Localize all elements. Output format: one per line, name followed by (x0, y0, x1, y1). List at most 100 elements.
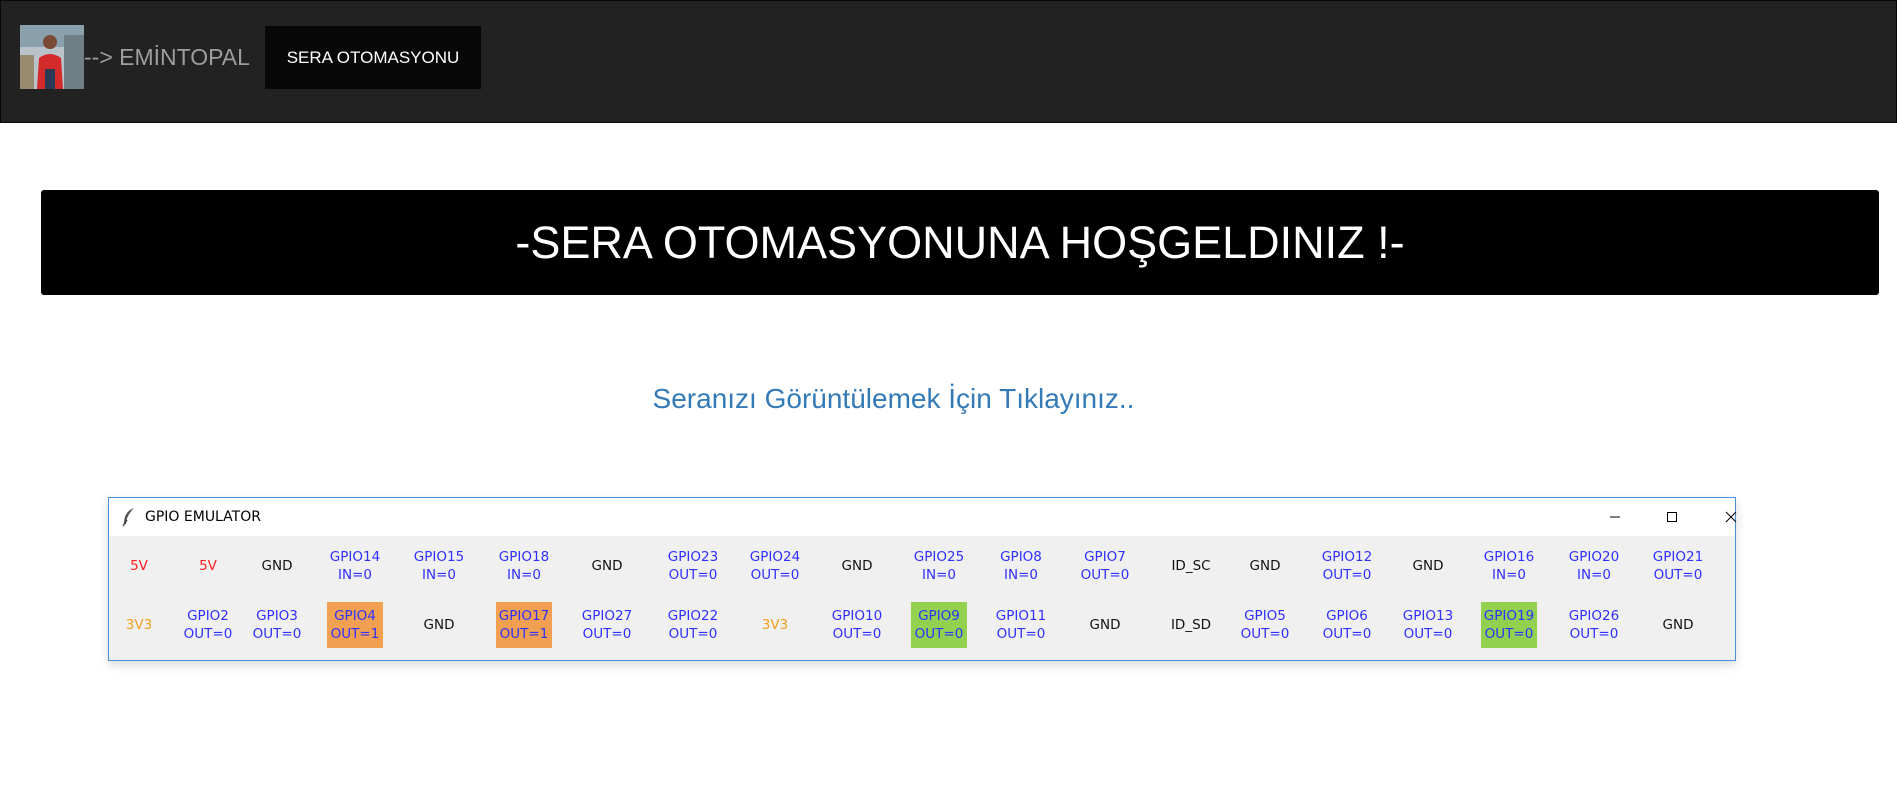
gpio-pin-gpio17: GPIO17 OUT=1 (496, 602, 552, 648)
close-button[interactable] (1703, 498, 1759, 536)
pin-state: OUT=0 (252, 626, 302, 642)
pin-state: IN=0 (1004, 567, 1038, 583)
pin-label: GPIO7 (1084, 549, 1126, 565)
close-icon (1725, 511, 1737, 523)
brand-link[interactable]: --> EMİNTOPAL (84, 44, 250, 71)
gpio-pin-gpio7: GPIO7 OUT=0 (1077, 543, 1133, 589)
gpio-pin-gpio26: GPIO26 OUT=0 (1566, 602, 1622, 648)
pin-state: OUT=0 (582, 626, 632, 642)
pin-state: OUT=0 (1484, 626, 1534, 642)
gpio-pin-gpio6: GPIO6 OUT=0 (1319, 602, 1375, 648)
gpio-pin-gpio14[interactable]: GPIO14 IN=0 (327, 543, 383, 589)
top-navbar: --> EMİNTOPAL SERA OTOMASYONU (0, 0, 1897, 123)
pin-label: GPIO6 (1326, 608, 1368, 624)
avatar[interactable] (20, 25, 84, 89)
pin-label: GPIO12 (1321, 549, 1373, 565)
welcome-banner: -SERA OTOMASYONUNA HOŞGELDINIZ !- (41, 190, 1879, 295)
gpio-pin-gpio9: GPIO9 OUT=0 (911, 602, 967, 648)
maximize-icon (1667, 512, 1677, 522)
pin-label: ID_SD (1170, 617, 1212, 633)
maximize-button[interactable] (1644, 498, 1700, 536)
minimize-button[interactable] (1587, 498, 1643, 536)
gpio-pin-gpio24: GPIO24 OUT=0 (747, 543, 803, 589)
gpio-pin-gnd: GND (249, 543, 305, 589)
pin-state: OUT=0 (668, 567, 718, 583)
gpio-pin-gpio10: GPIO10 OUT=0 (829, 602, 885, 648)
pin-state: OUT=0 (1569, 626, 1619, 642)
pin-state: OUT=0 (1080, 567, 1130, 583)
pin-label: GPIO15 (413, 549, 465, 565)
feather-icon (122, 508, 134, 527)
pin-state: OUT=0 (1322, 626, 1372, 642)
gpio-pin-gpio15[interactable]: GPIO15 IN=0 (411, 543, 467, 589)
pin-state: OUT=1 (499, 626, 549, 642)
pin-state: OUT=0 (1240, 626, 1290, 642)
pin-label: GPIO18 (498, 549, 550, 565)
pin-state: OUT=0 (832, 626, 882, 642)
pin-label: 3V3 (761, 617, 789, 633)
window-titlebar[interactable]: GPIO EMULATOR (109, 498, 1737, 536)
gpio-pin-gpio3: GPIO3 OUT=0 (249, 602, 305, 648)
gpio-pin-gpio5: GPIO5 OUT=0 (1237, 602, 1293, 648)
gpio-pin-gpio18[interactable]: GPIO18 IN=0 (496, 543, 552, 589)
pin-label: 5V (199, 558, 217, 574)
pin-label: GND (1089, 617, 1121, 633)
pin-label: GPIO11 (995, 608, 1047, 624)
pin-label: GPIO21 (1652, 549, 1704, 565)
gpio-pin-gpio25[interactable]: GPIO25 IN=0 (911, 543, 967, 589)
pin-label: GPIO10 (831, 608, 883, 624)
pin-state: OUT=0 (1403, 626, 1453, 642)
gpio-pin-gpio19: GPIO19 OUT=0 (1481, 602, 1537, 648)
pin-label: GPIO27 (581, 608, 633, 624)
gpio-pin-5v: 5V (180, 543, 236, 589)
pin-label: GPIO8 (1000, 549, 1042, 565)
pin-label: GPIO5 (1244, 608, 1286, 624)
gpio-pin-gpio13: GPIO13 OUT=0 (1400, 602, 1456, 648)
gpio-pin-gnd: GND (579, 543, 635, 589)
gpio-pin-gpio27: GPIO27 OUT=0 (579, 602, 635, 648)
pin-state: OUT=0 (996, 626, 1046, 642)
pin-label: GND (841, 558, 873, 574)
gpio-pin-gnd: GND (411, 602, 467, 648)
pin-label: GPIO23 (667, 549, 719, 565)
pin-state: IN=0 (422, 567, 456, 583)
gpio-pin-3v3: 3V3 (747, 602, 803, 648)
gpio-emulator-window: GPIO EMULATOR 5V 5V GND GPIO14 IN=0 GPIO15 IN=… (108, 497, 1737, 661)
pin-label: 3V3 (125, 617, 153, 633)
pin-label: GPIO26 (1568, 608, 1620, 624)
gpio-pin-gpio20[interactable]: GPIO20 IN=0 (1566, 543, 1622, 589)
pin-state: OUT=0 (1653, 567, 1703, 583)
pin-label: GPIO4 (334, 608, 376, 624)
gpio-pin-gpio21: GPIO21 OUT=0 (1650, 543, 1706, 589)
gpio-pin-id-sc: ID_SC (1163, 543, 1219, 589)
pin-label: GND (1412, 558, 1444, 574)
pin-label: GND (261, 558, 293, 574)
pin-label: ID_SC (1171, 558, 1211, 574)
gpio-pin-gpio8[interactable]: GPIO8 IN=0 (993, 543, 1049, 589)
pin-state: OUT=0 (183, 626, 233, 642)
pin-label: GPIO22 (667, 608, 719, 624)
view-greenhouse-link[interactable]: Seranızı Görüntülemek İçin Tıklayınız.. (0, 383, 1787, 415)
pin-state: IN=0 (338, 567, 372, 583)
pin-label: GND (1249, 558, 1281, 574)
pin-label: GND (423, 617, 455, 633)
pin-label: GPIO2 (187, 608, 229, 624)
pin-label: GPIO24 (749, 549, 801, 565)
pin-state: IN=0 (507, 567, 541, 583)
pin-label: GPIO14 (329, 549, 381, 565)
pin-label: GND (591, 558, 623, 574)
pin-state: IN=0 (1492, 567, 1526, 583)
gpio-pin-gpio12: GPIO12 OUT=0 (1319, 543, 1375, 589)
gpio-pin-gpio16[interactable]: GPIO16 IN=0 (1481, 543, 1537, 589)
nav-item-sera-otomasyonu[interactable]: SERA OTOMASYONU (265, 26, 481, 89)
pin-label: GPIO19 (1483, 608, 1535, 624)
pin-state: OUT=0 (914, 626, 964, 642)
window-title: GPIO EMULATOR (145, 509, 261, 525)
gpio-pin-gnd: GND (1400, 543, 1456, 589)
gpio-pin-gpio2: GPIO2 OUT=0 (180, 602, 236, 648)
pin-label: GPIO20 (1568, 549, 1620, 565)
pin-label: GPIO16 (1483, 549, 1535, 565)
pin-state: IN=0 (1577, 567, 1611, 583)
gpio-pin-gpio23: GPIO23 OUT=0 (665, 543, 721, 589)
pin-state: OUT=0 (1322, 567, 1372, 583)
